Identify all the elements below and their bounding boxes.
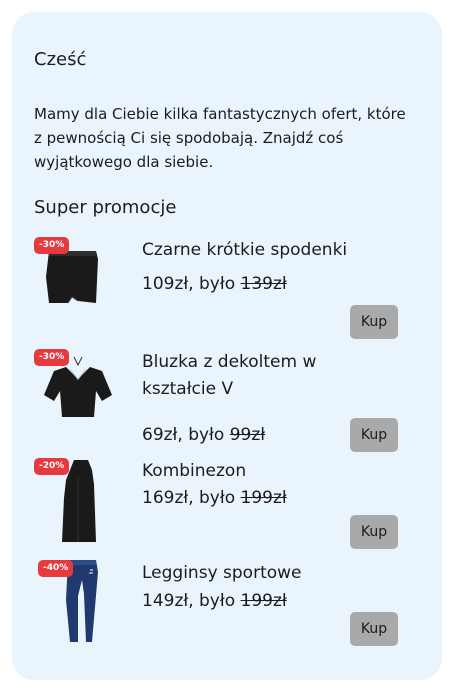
old-price: 199zł (240, 591, 287, 611)
old-price: 99zł (229, 425, 266, 445)
discount-badge: -40% (38, 560, 74, 577)
current-price: 149zł (142, 591, 189, 611)
product-name: Legginsy sportowe (142, 563, 302, 583)
intro-text: Mamy dla Ciebie kilka fantastycznych ofe… (34, 105, 406, 171)
discount-badge: -30% (34, 349, 70, 366)
product-price: 169zł, było 199zł (142, 485, 287, 512)
product-price: 109zł, było 139zł (142, 271, 287, 298)
section-title: Super promocje (34, 197, 177, 218)
discount-badge: -30% (34, 237, 70, 254)
price-separator: , było (188, 488, 241, 508)
price-separator: , było (188, 274, 241, 294)
current-price: 109zł (142, 274, 189, 294)
greeting-heading: Cześć (34, 49, 87, 70)
product-price: 149zł, było 199zł (142, 588, 287, 615)
price-separator: , było (188, 591, 241, 611)
product-name: Kombinezon (142, 461, 247, 481)
buy-button[interactable]: Kup (350, 418, 398, 452)
product-image[interactable]: -20% (32, 458, 128, 548)
discount-badge: -20% (34, 458, 70, 475)
price-separator: , było (177, 425, 230, 445)
product-image[interactable]: -30% (32, 349, 128, 439)
buy-button[interactable]: Kup (350, 612, 398, 646)
current-price: 69zł (142, 425, 178, 445)
current-price: 169zł (142, 488, 189, 508)
product-name: Bluzka z dekoltem w kształcie V (142, 352, 317, 399)
buy-button[interactable]: Kup (350, 515, 398, 549)
buy-button[interactable]: Kup (350, 305, 398, 339)
product-image[interactable]: -40% (32, 560, 128, 650)
promo-card: Cześć Mamy dla Ciebie kilka fantastyczny… (12, 12, 442, 680)
product-image[interactable]: -30% (32, 237, 128, 327)
old-price: 139zł (240, 274, 287, 294)
old-price: 199zł (240, 488, 287, 508)
product-price: 69zł, było 99zł (142, 422, 265, 449)
product-name: Czarne krótkie spodenki (142, 240, 348, 260)
